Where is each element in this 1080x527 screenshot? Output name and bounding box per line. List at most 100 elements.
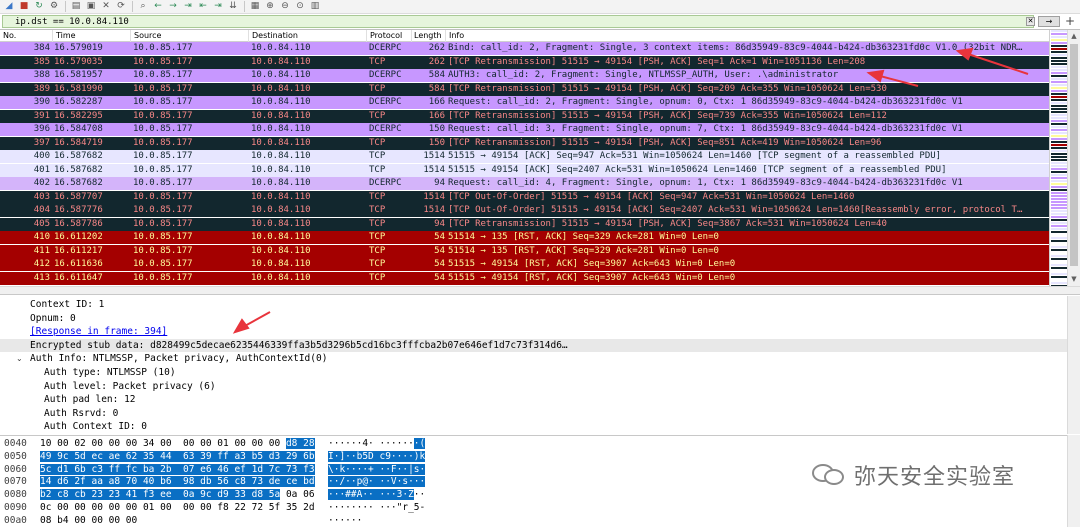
packet-protocol: TCP bbox=[369, 245, 386, 256]
minimap-line bbox=[1051, 225, 1067, 227]
scroll-up-icon[interactable]: ▲ bbox=[1070, 32, 1078, 40]
packet-row[interactable]: 391 16.582295 10.0.85.177 10.0.84.110 TCP 166… bbox=[0, 109, 1049, 123]
detail-row[interactable]: Opnum: 0 bbox=[0, 312, 1067, 325]
packet-bytes-scrollbar[interactable] bbox=[1067, 435, 1080, 527]
go-back-icon[interactable]: ← bbox=[152, 1, 164, 12]
packet-info: AUTH3: call_id: 2, Fragment: Single, NTL… bbox=[448, 70, 839, 80]
bytes-row[interactable]: 00a0 08 b4 00 00 00 00 ······ bbox=[0, 515, 440, 527]
display-filter-input[interactable] bbox=[2, 15, 1034, 28]
packet-row[interactable]: 402 16.587682 10.0.85.177 10.0.84.110 DCERPC… bbox=[0, 177, 1049, 190]
go-last-icon[interactable]: ⇥ bbox=[212, 1, 224, 12]
packet-list-scroll-thumb[interactable] bbox=[1070, 44, 1078, 266]
open-file-icon[interactable]: ▤ bbox=[70, 1, 82, 12]
packet-row[interactable]: 384 16.579019 10.0.85.177 10.0.84.110 DCERPC… bbox=[0, 42, 1049, 55]
minimap-line bbox=[1051, 168, 1067, 170]
packet-row[interactable]: 397 16.584719 10.0.85.177 10.0.84.110 TCP 150… bbox=[0, 136, 1049, 150]
minimap-line bbox=[1051, 276, 1067, 278]
packet-row[interactable]: 390 16.582287 10.0.85.177 10.0.84.110 DCERPC… bbox=[0, 96, 1049, 109]
restart-icon[interactable]: ↻ bbox=[33, 1, 45, 12]
column-header-protocol[interactable]: Protocol bbox=[370, 31, 402, 40]
packet-number: 411 bbox=[33, 245, 50, 256]
packet-row[interactable]: 404 16.587776 10.0.85.177 10.0.84.110 TCP 151… bbox=[0, 204, 1049, 217]
filter-clear-icon[interactable]: ✕ bbox=[1026, 17, 1035, 26]
filter-apply-button[interactable]: → bbox=[1038, 16, 1060, 27]
autoscroll-icon[interactable]: ⇊ bbox=[227, 1, 239, 12]
packet-list-minimap[interactable] bbox=[1049, 30, 1067, 286]
zoom-out-icon[interactable]: ⊖ bbox=[279, 1, 291, 12]
column-header-destination[interactable]: Destination bbox=[252, 31, 298, 40]
column-header-no[interactable]: No. bbox=[3, 31, 16, 40]
go-first-icon[interactable]: ⇤ bbox=[197, 1, 209, 12]
bytes-row[interactable]: 0080 b2 c8 cb 23 23 41 f3 ee 0a 9c d9 33 … bbox=[0, 489, 440, 501]
scroll-down-icon[interactable]: ▼ bbox=[1070, 275, 1078, 283]
detail-row[interactable]: Context ID: 1 bbox=[0, 298, 1067, 311]
detail-row[interactable]: Auth Context ID: 0 bbox=[0, 420, 1067, 433]
bytes-row[interactable]: 0050 49 9c 5d ec ae 62 35 44 63 39 ff a3 … bbox=[0, 450, 440, 463]
packet-details-scrollbar[interactable] bbox=[1067, 296, 1080, 434]
packet-row[interactable]: 389 16.581990 10.0.85.177 10.0.84.110 TCP 584… bbox=[0, 82, 1049, 96]
minimap-line bbox=[1051, 138, 1067, 140]
minimap-line bbox=[1051, 237, 1067, 239]
colorize-icon[interactable]: ▦ bbox=[249, 1, 261, 12]
packet-time: 16.582295 bbox=[54, 110, 103, 121]
bytes-row[interactable]: 0060 5c d1 6b c3 ff fc ba 2b 07 e6 46 ef … bbox=[0, 463, 440, 476]
packet-list-scrollbar[interactable]: ▲ ▼ bbox=[1067, 30, 1080, 286]
packet-info: [TCP Out-Of-Order] 51515 → 49154 [ACK] S… bbox=[448, 205, 1023, 215]
expand-chevron-down-icon[interactable]: ⌄ bbox=[16, 352, 23, 365]
packet-row[interactable]: 413 16.611647 10.0.85.177 10.0.84.110 TCP 54 5… bbox=[0, 271, 1049, 285]
minimap-line bbox=[1051, 45, 1067, 47]
bytes-hex-highlight: 14 d6 2f aa a8 70 40 b6 98 db 56 c8 73 d… bbox=[40, 476, 315, 488]
packet-source: 10.0.85.177 bbox=[133, 124, 193, 134]
minimap-line bbox=[1051, 69, 1067, 71]
response-frame-link[interactable]: [Response in frame: 394] bbox=[30, 325, 167, 338]
column-header-length[interactable]: Length bbox=[414, 31, 442, 40]
packet-row[interactable]: 411 16.611217 10.0.85.177 10.0.84.110 TCP 54 5… bbox=[0, 244, 1049, 258]
packet-row[interactable]: 385 16.579035 10.0.85.177 10.0.84.110 TCP 262… bbox=[0, 55, 1049, 69]
horizontal-scrollbar[interactable] bbox=[0, 286, 1080, 295]
detail-row[interactable]: Auth level: Packet privacy (6) bbox=[0, 380, 1067, 393]
packet-row[interactable]: 410 16.611202 10.0.85.177 10.0.84.110 TCP 54 5… bbox=[0, 231, 1049, 244]
detail-row[interactable]: Auth Rsrvd: 0 bbox=[0, 407, 1067, 420]
find-icon[interactable]: ⌕ bbox=[137, 1, 149, 12]
close-file-icon[interactable]: ✕ bbox=[100, 1, 112, 12]
add-filter-button-icon[interactable]: + bbox=[1064, 15, 1076, 27]
zoom-in-icon[interactable]: ⊕ bbox=[264, 1, 276, 12]
packet-row[interactable]: 403 16.587707 10.0.85.177 10.0.84.110 TCP 151… bbox=[0, 190, 1049, 204]
column-header-info[interactable]: Info bbox=[449, 31, 464, 40]
packet-row[interactable]: 405 16.587786 10.0.85.177 10.0.84.110 TCP 94[… bbox=[0, 217, 1049, 231]
jump-to-icon[interactable]: ⇥ bbox=[182, 1, 194, 12]
packet-row[interactable]: 401 16.587682 10.0.85.177 10.0.84.110 TCP 151… bbox=[0, 163, 1049, 177]
save-file-icon[interactable]: ▣ bbox=[85, 1, 97, 12]
packet-length: 584 bbox=[428, 83, 445, 94]
column-header-source[interactable]: Source bbox=[134, 31, 161, 40]
detail-row[interactable]: Auth pad len: 12 bbox=[0, 393, 1067, 406]
minimap-line bbox=[1051, 60, 1067, 62]
reload-icon[interactable]: ⟳ bbox=[115, 1, 127, 12]
detail-row[interactable]: ⌄ Auth Info: NTLMSSP, Packet privacy, Aut… bbox=[0, 352, 1067, 365]
shark-fin-start-icon[interactable]: ◢ bbox=[3, 1, 15, 12]
packet-row[interactable]: 396 16.584708 10.0.85.177 10.0.84.110 DCERPC… bbox=[0, 123, 1049, 136]
packet-source: 10.0.85.177 bbox=[133, 83, 193, 94]
minimap-line bbox=[1051, 198, 1067, 200]
stop-icon[interactable]: ■ bbox=[18, 1, 30, 12]
packet-number: 401 bbox=[33, 164, 50, 175]
options-gear-icon[interactable]: ⚙ bbox=[48, 1, 60, 12]
resize-columns-icon[interactable]: ▥ bbox=[309, 1, 321, 12]
packet-row[interactable]: 388 16.581957 10.0.85.177 10.0.84.110 DCERPC… bbox=[0, 69, 1049, 82]
bytes-row[interactable]: 0070 14 d6 2f aa a8 70 40 b6 98 db 56 c8 … bbox=[0, 476, 440, 488]
bytes-row[interactable]: 0040 10 00 02 00 00 00 34 00 00 00 01 00 … bbox=[0, 438, 440, 450]
packet-row[interactable]: 400 16.587682 10.0.85.177 10.0.84.110 TCP 151… bbox=[0, 150, 1049, 163]
minimap-line bbox=[1051, 279, 1067, 281]
bytes-row[interactable]: 0090 0c 00 00 00 00 00 01 00 00 00 f8 22 … bbox=[0, 502, 440, 514]
minimap-line bbox=[1051, 165, 1067, 167]
detail-row[interactable]: Auth type: NTLMSSP (10) bbox=[0, 366, 1067, 379]
column-header-time[interactable]: Time bbox=[56, 31, 76, 40]
detail-row-selected[interactable]: Encrypted stub data: d828499c5decae62354… bbox=[0, 338, 1067, 352]
zoom-normal-icon[interactable]: ⊙ bbox=[294, 1, 306, 12]
detail-row[interactable]: [Response in frame: 394] bbox=[0, 325, 1067, 338]
go-forward-icon[interactable]: → bbox=[167, 1, 179, 12]
packet-info: Request: call_id: 4, Fragment: Single, o… bbox=[448, 178, 963, 188]
packet-destination: 10.0.84.110 bbox=[251, 124, 311, 134]
minimap-line bbox=[1051, 72, 1067, 74]
packet-row[interactable]: 412 16.611636 10.0.85.177 10.0.84.110 TCP 54 5… bbox=[0, 258, 1049, 271]
